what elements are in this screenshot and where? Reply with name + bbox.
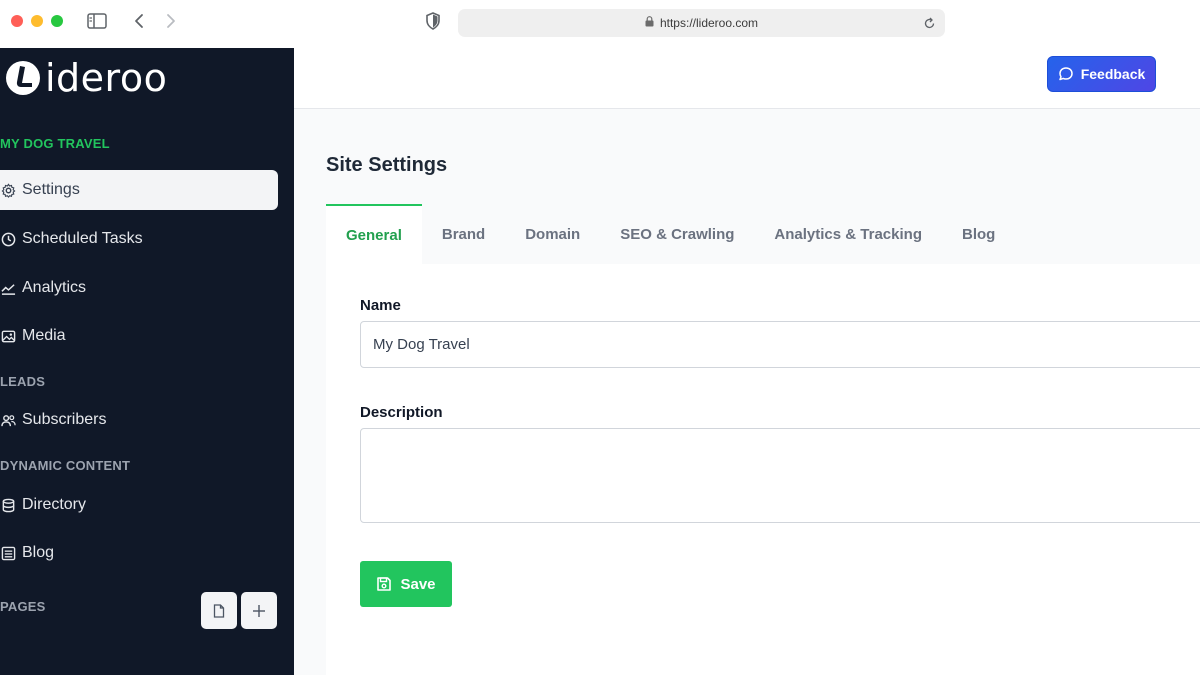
sidebar-item-scheduled-tasks[interactable]: Scheduled Tasks [0, 219, 278, 259]
main-content: Site Settings General Brand Domain SEO &… [294, 109, 1200, 675]
save-button[interactable]: Save [360, 561, 452, 607]
sidebar-item-media[interactable]: Media [0, 316, 278, 356]
tab-domain[interactable]: Domain [505, 204, 600, 264]
sidebar-item-settings[interactable]: Settings [0, 170, 278, 210]
lideroo-logo[interactable]: ideroo [5, 54, 167, 102]
database-icon [0, 497, 16, 513]
browser-chrome: https://lideroo.com [0, 0, 1200, 48]
clock-icon [0, 231, 16, 247]
site-name: MY DOG TRAVEL [0, 136, 110, 151]
settings-tabs: General Brand Domain SEO & Crawling Anal… [326, 204, 1015, 264]
users-icon [0, 412, 16, 428]
sidebar-item-label: Blog [22, 544, 55, 561]
chart-line-icon [0, 280, 16, 296]
new-page-button[interactable] [201, 592, 237, 629]
minimize-window-button[interactable] [31, 15, 43, 27]
address-bar[interactable]: https://lideroo.com [458, 9, 945, 37]
pages-section-label: PAGES [0, 599, 46, 614]
sidebar-item-label: Settings [22, 181, 80, 198]
general-settings-panel: Name Description Save [326, 264, 1200, 675]
sidebar: ideroo MY DOG TRAVEL Settings Scheduled … [0, 48, 294, 675]
description-field[interactable] [360, 428, 1200, 523]
floppy-disk-icon [377, 577, 392, 591]
page-title: Site Settings [326, 154, 448, 176]
name-field-label: Name [360, 297, 401, 314]
url-text: https://lideroo.com [659, 16, 759, 30]
sidebar-item-subscribers[interactable]: Subscribers [0, 400, 278, 440]
forward-arrow-icon[interactable] [160, 10, 182, 32]
shield-icon[interactable] [422, 10, 444, 32]
gear-icon [0, 182, 16, 198]
maximize-window-button[interactable] [51, 15, 63, 27]
logo-text: ideroo [45, 56, 168, 100]
back-arrow-icon[interactable] [128, 10, 150, 32]
save-label: Save [400, 575, 436, 593]
sidebar-item-label: Scheduled Tasks [22, 230, 143, 247]
file-icon [213, 603, 225, 618]
chat-bubble-icon [1058, 67, 1073, 81]
tab-analytics-tracking[interactable]: Analytics & Tracking [754, 204, 942, 264]
sidebar-item-label: Subscribers [22, 411, 107, 428]
sidebar-item-label: Directory [22, 496, 87, 513]
images-icon [0, 328, 16, 344]
tab-brand[interactable]: Brand [422, 204, 505, 264]
name-field[interactable] [360, 321, 1200, 368]
sidebar-item-blog[interactable]: Blog [0, 533, 278, 573]
sidebar-item-analytics[interactable]: Analytics [0, 268, 278, 308]
top-bar: Feedback [294, 48, 1200, 109]
sidebar-item-directory[interactable]: Directory [0, 485, 278, 525]
leads-section-label: LEADS [0, 374, 46, 389]
sidebar-item-label: Media [22, 327, 66, 344]
reload-icon[interactable] [919, 13, 939, 33]
logo-mark-icon [6, 61, 40, 95]
lock-icon [645, 16, 654, 30]
list-icon [0, 545, 16, 561]
dynamic-content-section-label: DYNAMIC CONTENT [0, 458, 131, 473]
tab-general[interactable]: General [326, 204, 422, 264]
description-field-label: Description [360, 404, 443, 421]
plus-icon [253, 604, 265, 617]
sidebar-toggle-icon[interactable] [86, 10, 108, 32]
close-window-button[interactable] [11, 15, 23, 27]
add-page-button[interactable] [241, 592, 277, 629]
feedback-button[interactable]: Feedback [1047, 56, 1156, 92]
tab-blog[interactable]: Blog [942, 204, 1015, 264]
sidebar-item-label: Analytics [22, 279, 87, 296]
feedback-label: Feedback [1080, 66, 1146, 82]
tab-seo-crawling[interactable]: SEO & Crawling [600, 204, 754, 264]
